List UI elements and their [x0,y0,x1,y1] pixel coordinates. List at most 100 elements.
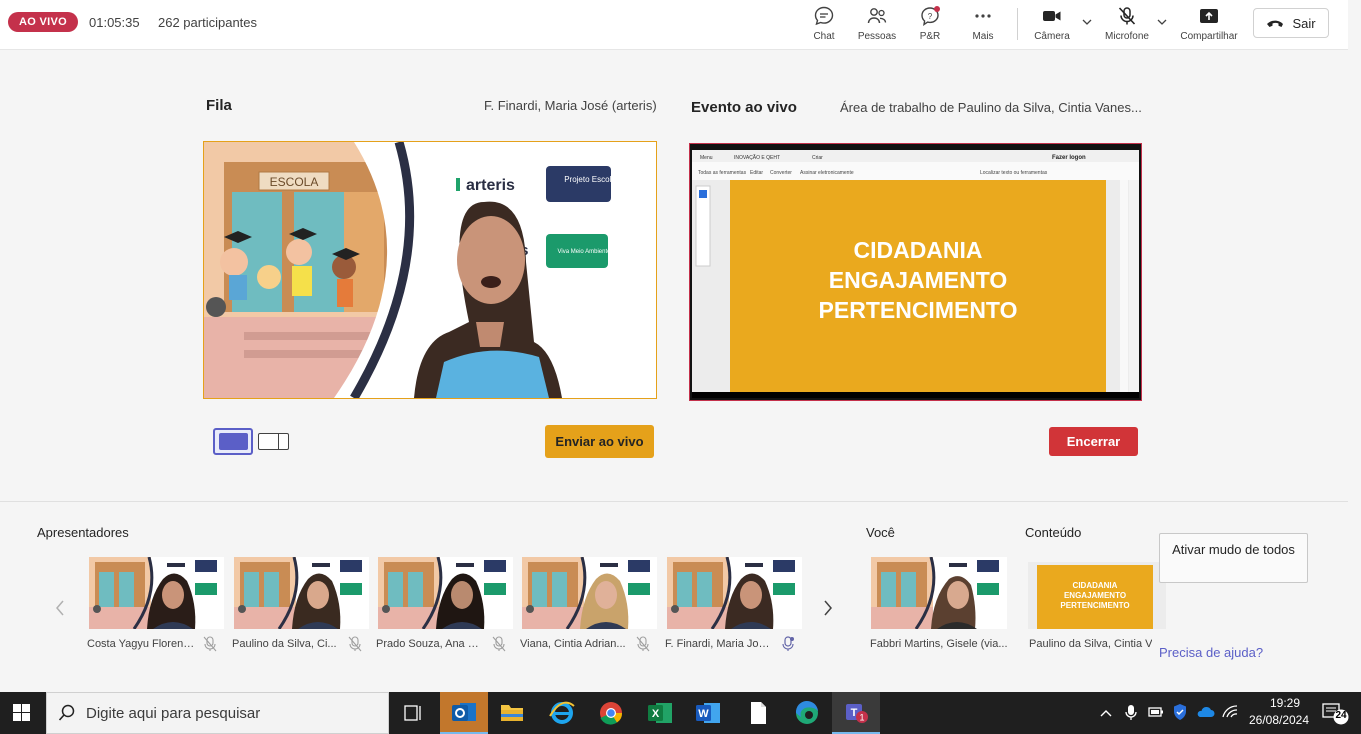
meeting-toolbar: AO VIVO 01:05:35 262 participantes Chat … [0,0,1348,50]
mic-on-icon[interactable] [781,636,795,652]
live-presenter-name: Área de trabalho de Paulino da Silva, Ci… [840,100,1142,115]
search-icon [58,704,75,721]
viewer-search-text: Localizar texto ou ferramentas [980,170,1048,176]
qa-button[interactable]: ? P&R [913,4,947,46]
you-video-thumbnail[interactable] [871,557,1007,629]
camera-label: Câmera [1034,31,1070,42]
camera-icon [1031,5,1073,29]
presenter-video-frame [234,557,369,629]
word-icon: W [696,703,720,723]
end-event-button[interactable]: Encerrar [1049,427,1138,456]
file-explorer-app[interactable] [488,692,536,734]
school-sign-text: ESCOLA [270,175,319,189]
internet-explorer-app[interactable] [538,692,586,734]
camera-button[interactable]: Câmera [1031,4,1073,46]
split-layout-icon [278,434,279,449]
clock-time[interactable]: 19:29 [1255,696,1315,710]
presenter-video-frame [89,557,224,629]
environment-badge: Viva Meio Ambiente [558,249,612,255]
hang-up-icon [1267,20,1284,27]
presenters-next-arrow-icon[interactable] [821,599,835,617]
presenter-video-thumbnail[interactable] [234,557,369,629]
you-title: Você [866,525,895,540]
onedrive-cloud-icon[interactable] [1195,705,1215,719]
presenter-video-thumbnail[interactable] [667,557,802,629]
leave-label: Sair [1292,15,1316,31]
excel-app[interactable]: X [636,692,684,734]
security-shield-icon[interactable] [1172,703,1188,721]
queue-video-frame: ESCOLA arteris Projeto Escola Viva Meio … [204,142,656,398]
presenter-video-thumbnail[interactable] [378,557,513,629]
content-thumbnail[interactable]: CIDADANIA ENGAJAMENTO PERTENCIMENTO [1028,557,1166,629]
project-school-badge: Projeto Escola [564,175,616,184]
folder-icon [501,705,523,721]
presenters-prev-arrow-icon[interactable] [53,599,67,617]
live-event-title: Evento ao vivo [691,99,797,116]
start-button[interactable] [0,692,44,734]
window-scrollbar[interactable] [1348,0,1361,692]
word-app[interactable]: W [684,692,732,734]
outlook-app[interactable] [440,692,488,734]
mic-off-icon[interactable] [203,636,217,652]
queue-video-stage[interactable]: ESCOLA arteris Projeto Escola Viva Meio … [203,141,657,399]
presenter-video-frame [378,557,513,629]
show-hidden-icons-chevron-icon[interactable] [1098,706,1114,720]
mic-off-icon[interactable] [636,636,650,652]
microphone-button[interactable]: Microfone [1101,4,1153,46]
microphone-tray-icon[interactable] [1124,703,1138,723]
viewer-create-tab: Criar [812,155,823,161]
document-icon [751,702,766,724]
viewer-tool-convert: Converter [770,170,792,176]
presenter-video-frame [667,557,802,629]
mic-off-icon[interactable] [348,636,362,652]
live-screen-share: Menu INOVAÇÃO E QEHT Criar Fazer logon T… [690,144,1141,400]
send-live-button[interactable]: Enviar ao vivo [545,425,654,458]
mic-options-chevron-icon[interactable] [1156,16,1168,28]
chrome-app[interactable] [587,692,635,734]
taskbar-search-box[interactable]: Digite aqui para pesquisar [46,692,389,734]
presenter-video-thumbnail[interactable] [89,557,224,629]
single-layout-button[interactable] [213,428,253,455]
share-button[interactable]: Compartilhar [1176,4,1242,46]
viewer-tool-all: Todas as ferramentas [698,170,747,176]
presenter-name: F. Finardi, Maria Jos... [665,638,773,650]
meeting-timer: 01:05:35 [89,15,140,30]
camera-options-chevron-icon[interactable] [1081,16,1093,28]
content-frame: CIDADANIA ENGAJAMENTO PERTENCIMENTO [1028,557,1166,629]
leave-button[interactable]: Sair [1253,8,1329,38]
live-video-stage[interactable]: Menu INOVAÇÃO E QEHT Criar Fazer logon T… [689,143,1142,401]
presenter-name: Viana, Cintia Adrian... [520,638,626,650]
search-placeholder: Digite aqui para pesquisar [86,705,261,722]
mic-off-icon[interactable] [492,636,506,652]
wifi-icon[interactable] [1221,704,1239,720]
section-divider [0,501,1348,502]
more-button[interactable]: Mais [966,4,1000,46]
you-name: Fabbri Martins, Gisele (via... [870,638,1008,650]
notification-center-button[interactable]: 24 [1320,700,1350,726]
edge-icon [795,700,818,724]
clock-date[interactable]: 26/08/2024 [1244,713,1314,727]
chrome-icon [600,702,623,725]
split-layout-button[interactable] [258,433,289,450]
queue-presenter-name: F. Finardi, Maria José (arteris) [484,98,657,113]
presenter-name: Paulino da Silva, Ci... [232,638,337,650]
mute-all-button[interactable]: Ativar mudo de todos [1159,533,1308,583]
teams-app[interactable]: T 1 [832,692,880,734]
live-slide-line: ENGAJAMENTO [829,267,1008,293]
task-view-icon [404,705,421,721]
svg-text:X: X [652,708,660,720]
queue-brand-logo: arteris [466,177,515,194]
chat-button[interactable]: Chat [806,4,842,46]
notepad-app[interactable] [734,692,782,734]
mic-off-icon [1101,5,1153,29]
presenter-video-thumbnail[interactable] [522,557,657,629]
battery-icon[interactable] [1147,704,1165,720]
live-badge: AO VIVO [8,12,78,32]
viewer-doc-tab: INOVAÇÃO E QEHT [734,154,780,161]
svg-text:?: ? [928,12,933,21]
help-link[interactable]: Precisa de ajuda? [1159,645,1263,660]
task-view-button[interactable] [389,692,437,734]
edge-app[interactable] [783,692,831,734]
queue-title: Fila [206,97,232,114]
people-button[interactable]: Pessoas [856,4,898,46]
